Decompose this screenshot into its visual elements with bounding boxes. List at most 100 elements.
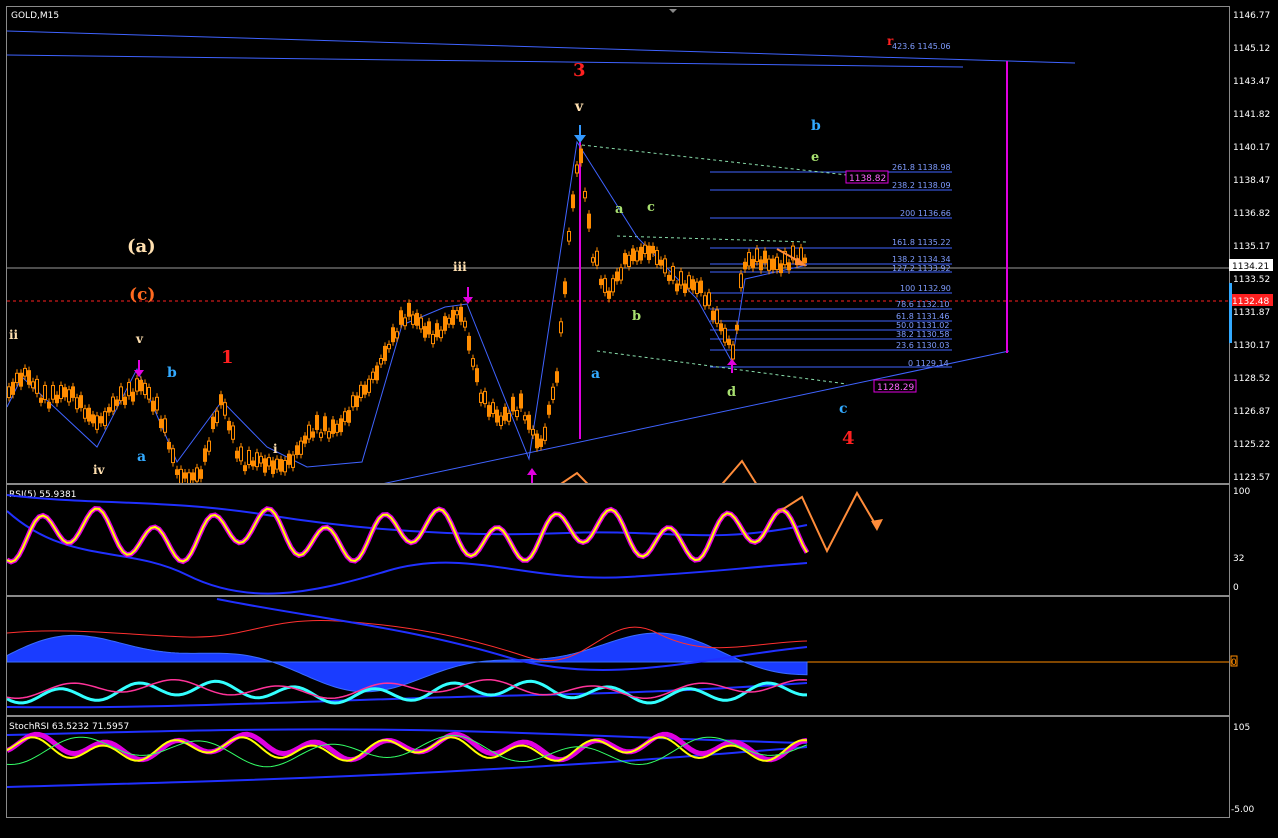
candle-body <box>183 472 187 479</box>
candle-body <box>391 327 395 343</box>
candle-body <box>587 213 591 229</box>
candle-body <box>499 415 503 426</box>
candle-body <box>319 432 323 438</box>
candle-body <box>555 371 559 383</box>
candle-body <box>59 384 63 400</box>
candle-body <box>11 381 15 395</box>
price-axis-tick: 1136.82 <box>1233 209 1270 219</box>
macd-upper-env <box>216 598 808 671</box>
candle-body <box>699 280 703 293</box>
forecast-arrow-icon <box>871 519 883 531</box>
price-axis-tick: 1131.87 <box>1233 308 1270 318</box>
wave-label-green-a: a <box>615 202 624 217</box>
stochrsi-chart: StochRSI 63.5232 71.5957 <box>5 722 808 788</box>
svg-text:261.8 1138.98: 261.8 1138.98 <box>892 163 951 172</box>
svg-text:127.2 1133.92: 127.2 1133.92 <box>892 264 951 273</box>
candle-body <box>127 382 131 397</box>
candle-body <box>467 335 471 351</box>
candle-body <box>547 404 551 415</box>
candle-body <box>647 245 651 261</box>
price-axis-tick: 1130.17 <box>1233 341 1270 351</box>
candle-body <box>507 412 511 422</box>
svg-text:-5.00: -5.00 <box>1231 805 1255 815</box>
stochrsi-axis: 105 -5.00 <box>1231 723 1255 815</box>
wave-label-iv: iv <box>93 463 106 477</box>
candle-body <box>23 367 27 377</box>
candle-body <box>763 250 767 264</box>
candle-body <box>487 405 491 417</box>
rsi-axis: 100 32 0 <box>1233 487 1250 593</box>
price-axis-tick: 1125.22 <box>1233 440 1270 450</box>
candle-body <box>31 381 35 389</box>
candle-body <box>731 344 735 360</box>
wave-label-i: i <box>273 442 278 456</box>
candle-body <box>655 250 659 265</box>
candle-body <box>331 419 335 434</box>
candle-body <box>603 278 607 293</box>
candle-body <box>159 418 163 429</box>
candle-body <box>427 321 431 335</box>
candle-body <box>83 408 87 419</box>
wave-label-green-c: c <box>647 200 655 215</box>
candle-body <box>7 386 11 399</box>
candle-body <box>171 448 175 464</box>
candle-body <box>151 400 155 412</box>
candle-body <box>767 258 771 271</box>
candle-body <box>147 386 151 400</box>
candle-body <box>375 365 379 381</box>
macd-pane[interactable] <box>6 596 1230 716</box>
candle-body <box>707 292 711 306</box>
candle-body <box>295 445 299 455</box>
candle-body <box>279 459 283 472</box>
price-axis-tick: 1123.57 <box>1233 473 1270 483</box>
candle-body <box>771 258 775 270</box>
candle-body <box>511 396 515 412</box>
candle-body <box>515 410 519 418</box>
candle-body <box>639 246 643 261</box>
candle-body <box>43 384 47 400</box>
candle-body <box>779 263 783 274</box>
rsi-chart: RSI(5) 55.9381 <box>5 490 883 595</box>
main-price-pane[interactable]: 423.6 1145.06 261.8 1138.98 238.2 1138.0… <box>6 6 1230 527</box>
candle-body <box>747 252 751 267</box>
candle-body <box>523 415 527 421</box>
candle-body <box>111 396 115 412</box>
stochrsi-pane[interactable]: StochRSI 63.5232 71.5957 <box>5 716 1230 818</box>
scroll-marker-icon[interactable] <box>669 9 677 13</box>
candle-body <box>459 306 463 322</box>
svg-text:78.6 1132.10: 78.6 1132.10 <box>896 300 949 309</box>
candle-body <box>287 453 291 465</box>
candle-body <box>175 469 179 475</box>
candle-body <box>223 402 227 416</box>
price-chart: 423.6 1145.06 261.8 1138.98 238.2 1138.0… <box>6 9 1229 527</box>
candle-body <box>715 309 719 324</box>
candle-body <box>27 370 31 385</box>
candle-body <box>439 329 443 339</box>
price-axis-tick: 1141.82 <box>1233 110 1270 120</box>
axis-scrollbar[interactable] <box>1229 283 1232 343</box>
candle-body <box>471 358 475 367</box>
candle-body <box>527 414 531 430</box>
candle-body <box>263 458 267 473</box>
rsi-pane[interactable]: RSI(5) 55.9381 <box>5 484 1230 596</box>
candle-body <box>559 321 563 334</box>
price-axis-tick: 1128.52 <box>1233 374 1270 384</box>
candle-body <box>239 446 243 462</box>
candle-body <box>719 323 723 332</box>
candle-body <box>275 458 279 470</box>
candle-body <box>327 431 331 439</box>
candle-body <box>339 418 343 433</box>
candle-body <box>247 449 251 465</box>
candle-body <box>415 312 419 326</box>
candle-body <box>619 267 623 281</box>
wave-label-a1: a <box>137 449 146 465</box>
candle-body <box>115 399 119 406</box>
candle-body <box>139 379 143 392</box>
candle-body <box>55 394 59 404</box>
candle-body <box>195 467 199 482</box>
candle-body <box>551 386 555 400</box>
svg-text:0 1129.14: 0 1129.14 <box>908 359 949 368</box>
candle-body <box>495 409 499 423</box>
candle-body <box>571 194 575 209</box>
price-axis-tick: 1133.52 <box>1233 275 1270 285</box>
